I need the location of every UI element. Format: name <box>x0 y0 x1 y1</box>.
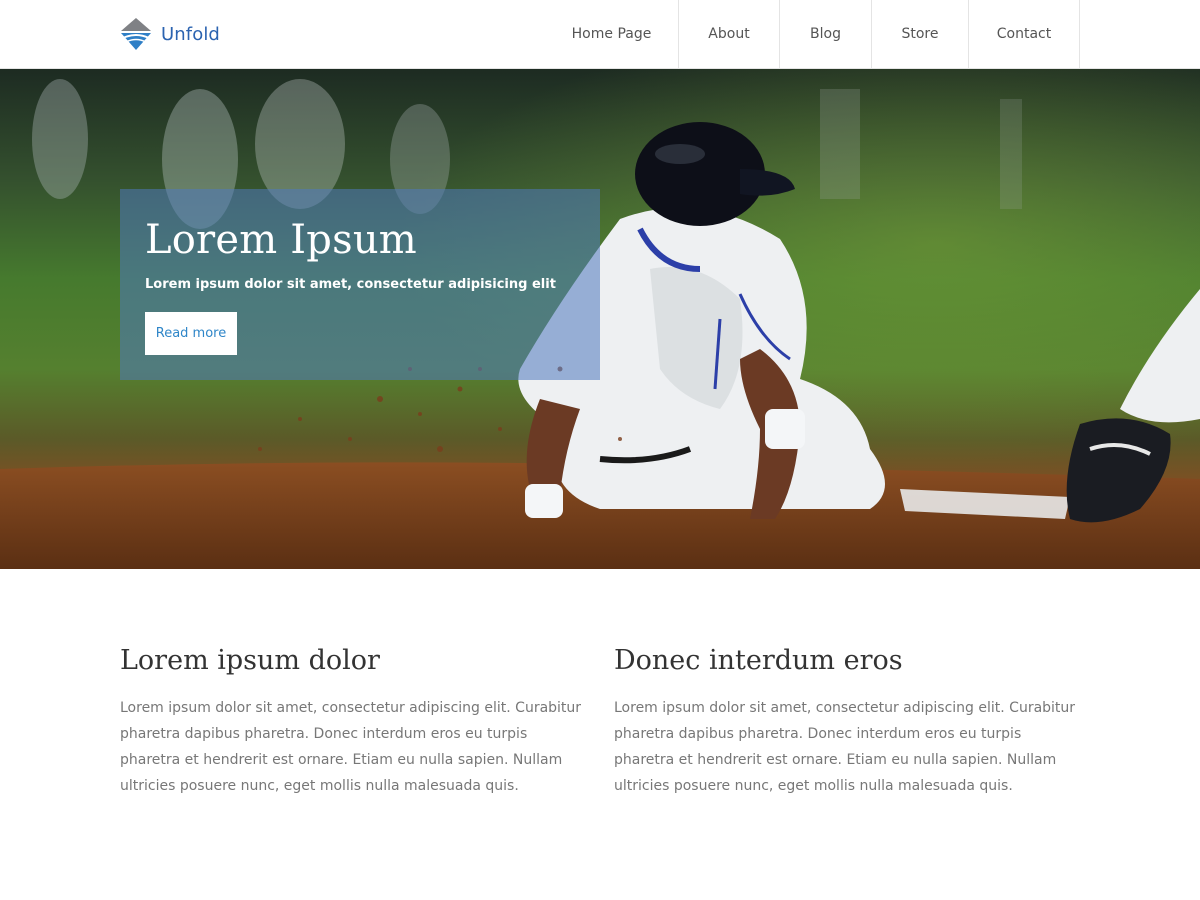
site-header: Unfold Home Page About Blog Store Contac… <box>0 0 1200 69</box>
content-column-left: Lorem ipsum dolor Lorem ipsum dolor sit … <box>120 643 590 799</box>
brand-link[interactable]: Unfold <box>120 17 220 51</box>
brand-name: Unfold <box>161 23 220 45</box>
column-body-text: Lorem ipsum dolor sit amet, consectetur … <box>120 700 582 794</box>
main-nav: Home Page About Blog Store Contact <box>545 0 1080 68</box>
content-column-right: Donec interdum eros Lorem ipsum dolor si… <box>614 643 1084 799</box>
diamond-logo-icon <box>121 18 151 50</box>
nav-item-home-page[interactable]: Home Page <box>545 0 679 68</box>
column-heading: Donec interdum eros <box>614 645 903 676</box>
hero-subtitle: Lorem ipsum dolor sit amet, consectetur … <box>145 277 556 292</box>
nav-item-contact[interactable]: Contact <box>969 0 1080 68</box>
nav-item-blog[interactable]: Blog <box>780 0 872 68</box>
nav-item-about[interactable]: About <box>679 0 780 68</box>
nav-item-store[interactable]: Store <box>872 0 969 68</box>
column-heading: Lorem ipsum dolor <box>120 645 380 676</box>
hero-banner: Lorem Ipsum Lorem ipsum dolor sit amet, … <box>0 69 1200 569</box>
hero-caption-panel: Lorem Ipsum Lorem ipsum dolor sit amet, … <box>120 189 600 380</box>
hero-title: Lorem Ipsum <box>145 217 417 263</box>
column-body-text: Lorem ipsum dolor sit amet, consectetur … <box>614 700 1076 794</box>
read-more-button[interactable]: Read more <box>145 312 237 355</box>
